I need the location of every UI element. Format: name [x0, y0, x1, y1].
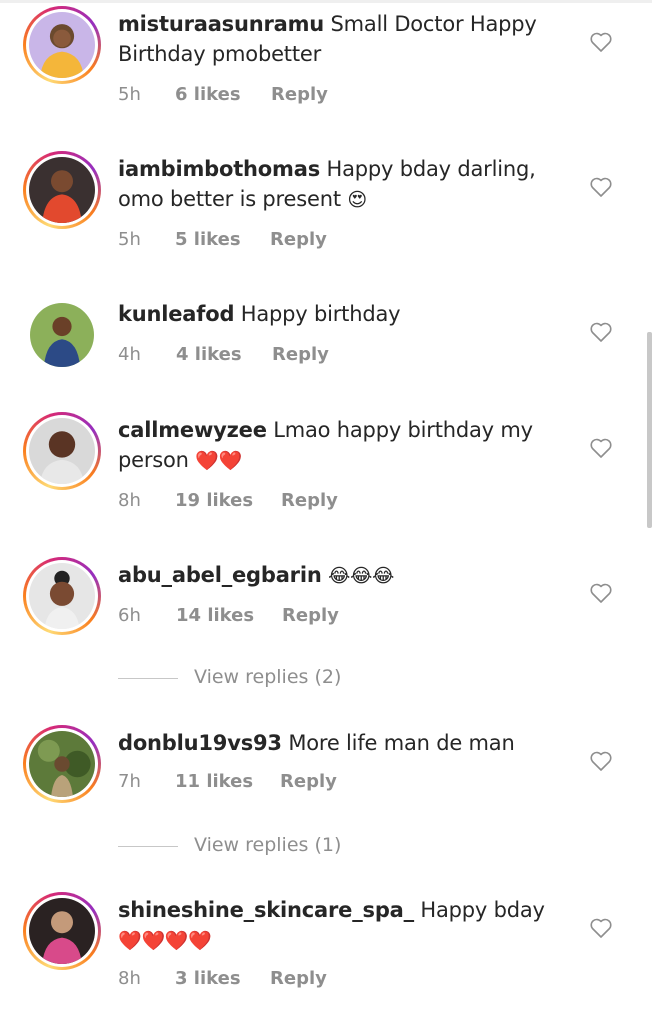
comment-username[interactable]: abu_abel_egbarin [118, 563, 322, 587]
heart-outline-icon[interactable] [589, 581, 613, 605]
avatar[interactable] [23, 725, 101, 803]
likes-count[interactable]: 4 likes [176, 344, 242, 365]
heart-outline-icon[interactable] [589, 916, 613, 940]
heart-outline-icon[interactable] [589, 30, 613, 54]
comment-text: Happy birthday [240, 302, 401, 326]
comment-time: 7h [118, 771, 141, 792]
emoji: 😍 [347, 189, 367, 211]
reply-button[interactable]: Reply [270, 229, 327, 250]
emoji: ❤️❤️ [195, 450, 243, 472]
comment-username[interactable]: callmewyzee [118, 418, 267, 442]
reply-button[interactable]: Reply [272, 344, 329, 365]
heart-outline-icon[interactable] [589, 320, 613, 344]
likes-count[interactable]: 5 likes [175, 229, 241, 250]
avatar[interactable] [23, 412, 101, 490]
reply-thread-line [118, 678, 178, 679]
avatar[interactable] [23, 151, 101, 229]
comment-username[interactable]: misturaasunramu [118, 12, 324, 36]
reply-thread-line [118, 846, 178, 847]
comment-username[interactable]: shineshine_skincare_spa_ [118, 898, 414, 922]
reply-button[interactable]: Reply [280, 771, 337, 792]
comment-body: abu_abel_egbarin 😂😂😂 [118, 560, 550, 591]
comment-username[interactable]: donblu19vs93 [118, 731, 282, 755]
heart-outline-icon[interactable] [589, 175, 613, 199]
comment-body: misturaasunramu Small Doctor Happy Birth… [118, 9, 550, 69]
avatar[interactable] [23, 892, 101, 970]
likes-count[interactable]: 6 likes [175, 84, 241, 105]
comment-body: callmewyzee Lmao happy birthday my perso… [118, 415, 550, 476]
view-replies-label[interactable]: View replies (1) [194, 834, 341, 856]
comment-time: 8h [118, 968, 141, 989]
heart-outline-icon[interactable] [589, 436, 613, 460]
scrollbar[interactable] [647, 332, 652, 528]
avatar[interactable] [23, 6, 101, 84]
reply-button[interactable]: Reply [271, 84, 328, 105]
view-replies-label[interactable]: View replies (2) [194, 666, 341, 688]
reply-button[interactable]: Reply [270, 968, 327, 989]
comment-time: 6h [118, 605, 141, 626]
comment-body: donblu19vs93 More life man de man [118, 728, 550, 758]
comment-text: Happy bday [420, 898, 545, 922]
comment-body: kunleafod Happy birthday [118, 299, 550, 329]
comment-time: 8h [118, 490, 141, 511]
emoji: ❤️❤️❤️❤️ [118, 930, 212, 952]
top-divider [0, 0, 652, 3]
comment-body: shineshine_skincare_spa_ Happy bday ❤️❤️… [118, 895, 550, 956]
comment-time: 5h [118, 84, 141, 105]
avatar[interactable] [23, 557, 101, 635]
comment-username[interactable]: kunleafod [118, 302, 234, 326]
comment-text: More life man de man [288, 731, 515, 755]
comment-time: 5h [118, 229, 141, 250]
reply-button[interactable]: Reply [281, 490, 338, 511]
likes-count[interactable]: 3 likes [175, 968, 241, 989]
comment-time: 4h [118, 344, 141, 365]
likes-count[interactable]: 11 likes [175, 771, 253, 792]
heart-outline-icon[interactable] [589, 749, 613, 773]
emoji: 😂😂😂 [328, 565, 395, 587]
likes-count[interactable]: 14 likes [176, 605, 254, 626]
reply-button[interactable]: Reply [282, 605, 339, 626]
comment-body: iambimbothomas Happy bday darling, omo b… [118, 154, 550, 215]
avatar[interactable] [23, 296, 101, 374]
likes-count[interactable]: 19 likes [175, 490, 253, 511]
comment-username[interactable]: iambimbothomas [118, 157, 320, 181]
